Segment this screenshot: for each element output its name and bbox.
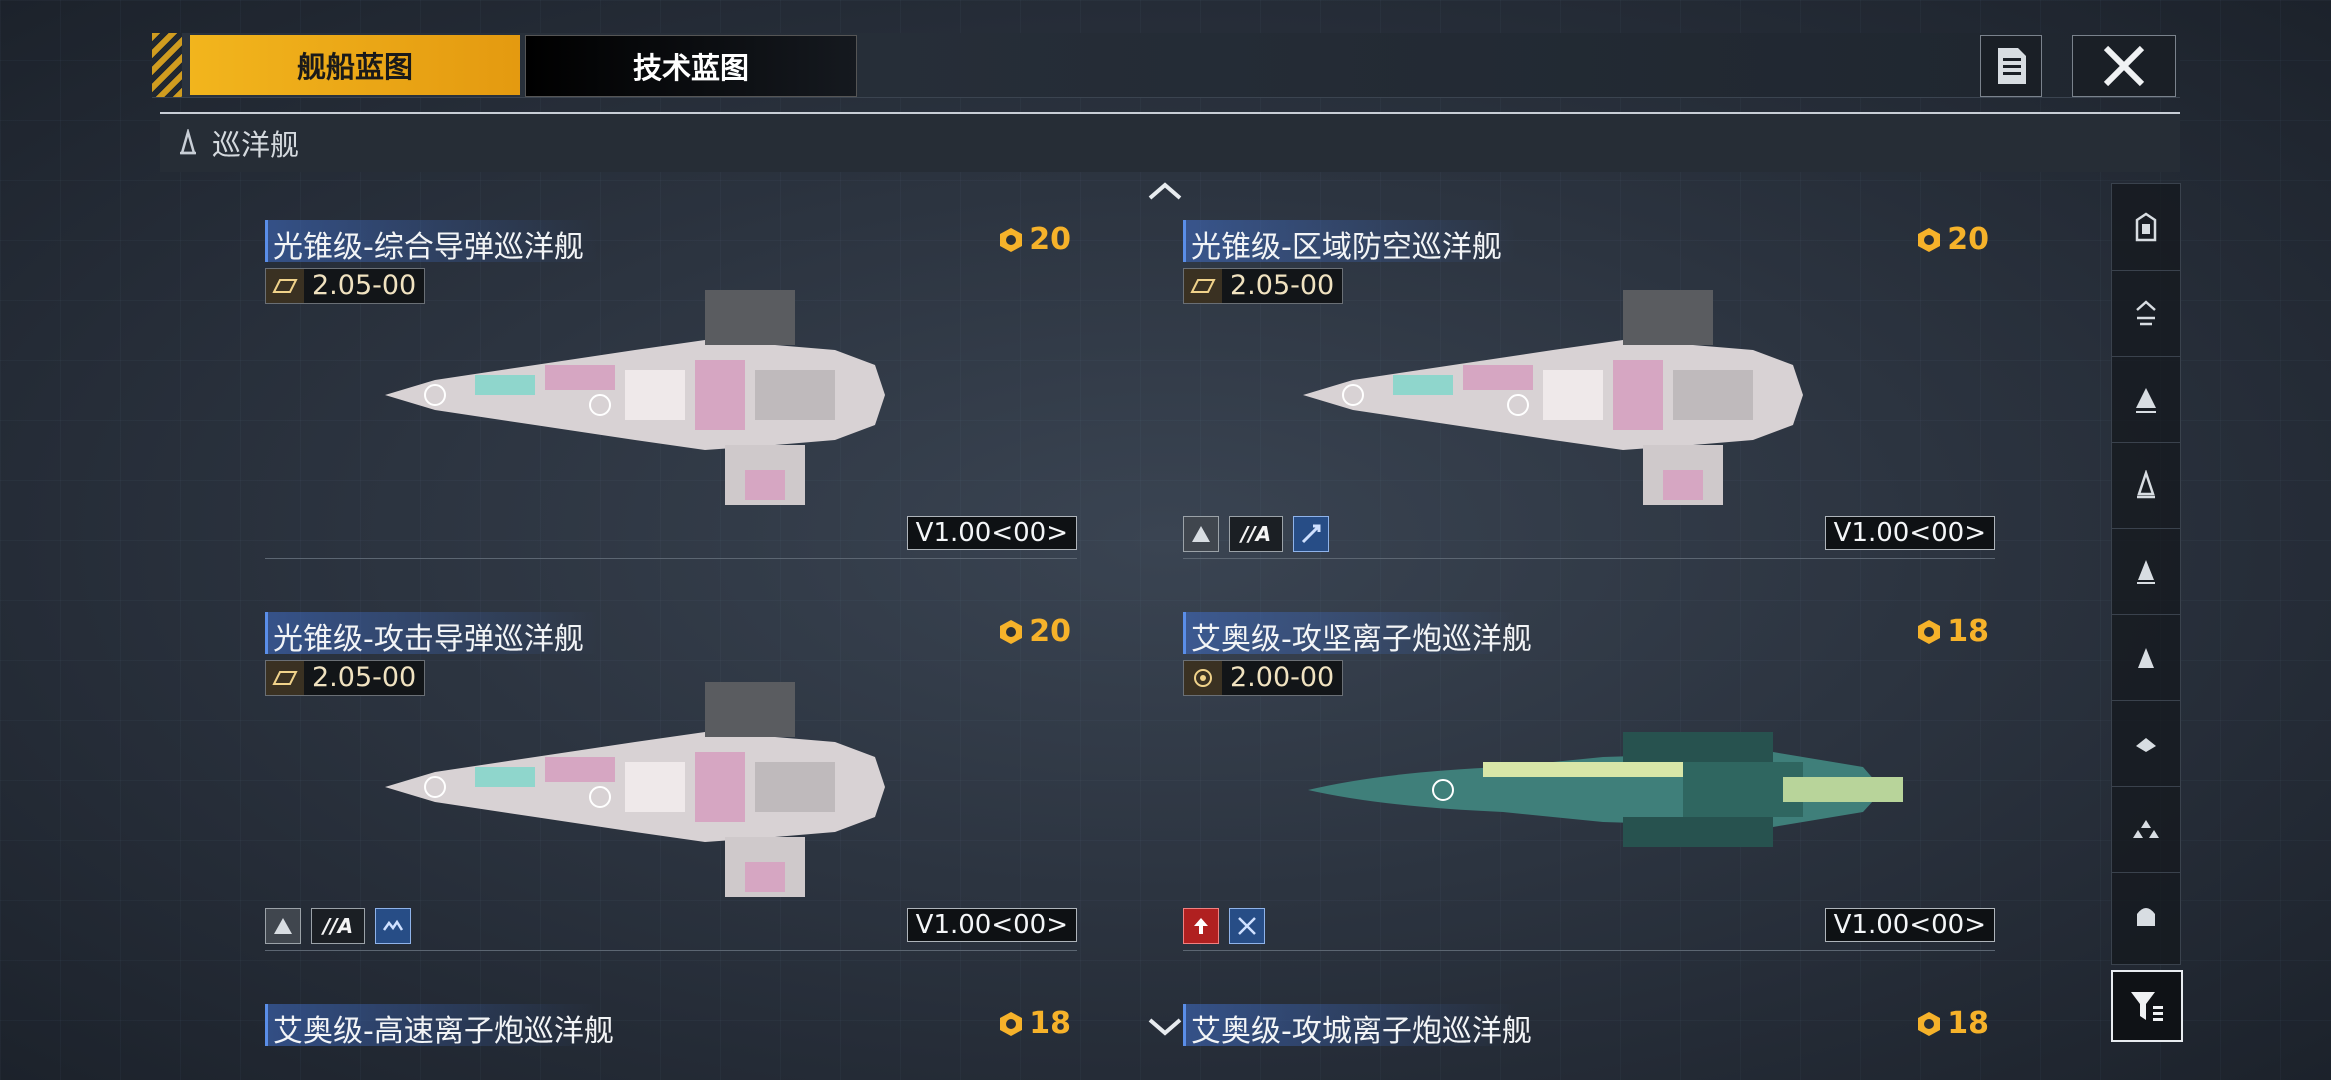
armor-icon [1183, 516, 1219, 552]
carrier-icon [2135, 212, 2157, 242]
blueprint-card[interactable]: 艾奥级-高速离子炮巡洋舰 18 [265, 1004, 1077, 1080]
scroll-down-button[interactable] [1145, 1014, 1185, 1040]
blueprint-card[interactable]: 光锥级-攻击导弹巡洋舰 20 2.05-00 //A V1.00<00> [265, 612, 1077, 977]
cost-icon [1000, 1011, 1023, 1036]
tab-ship-blueprint[interactable]: 舰船蓝图 [190, 35, 520, 95]
cost-value: 20 [1029, 614, 1071, 649]
card-title: 光锥级-区域防空巡洋舰 [1191, 230, 1502, 265]
cruiser-icon [180, 129, 196, 155]
build-version: V1.00<00> [1824, 516, 1995, 550]
close-icon [2103, 45, 2145, 87]
tech-icon [266, 269, 304, 303]
card-cost: 18 [1915, 614, 1989, 649]
card-divider [1183, 950, 1995, 951]
aux-ship-icon [2137, 908, 2155, 926]
card-cost: 18 [1915, 1006, 1989, 1041]
cost-value: 18 [1947, 1006, 1989, 1041]
cross-swords-icon [1229, 908, 1265, 944]
filter-icon [2131, 992, 2163, 1021]
battlecruiser-icon [2136, 300, 2156, 326]
ship-image [1308, 732, 1903, 847]
card-badges: //A [1183, 516, 1329, 552]
ship-image [385, 290, 885, 505]
sidebar-item-cruiser[interactable] [2112, 442, 2180, 529]
top-tab-bar: 舰船蓝图 技术蓝图 [152, 33, 2180, 98]
cost-value: 20 [1947, 222, 1989, 257]
cost-value: 20 [1029, 222, 1071, 257]
tech-icon [1184, 661, 1222, 695]
ship-type-sidebar [2111, 183, 2181, 965]
card-divider [265, 558, 1077, 559]
weapon-tag-badge: //A [311, 908, 365, 944]
card-cost: 18 [997, 1006, 1071, 1041]
card-title: 艾奥级-高速离子炮巡洋舰 [273, 1014, 614, 1049]
sidebar-item-corvette[interactable] [2112, 700, 2180, 787]
sidebar-item-frigate[interactable] [2112, 614, 2180, 701]
battleship-icon [2136, 388, 2156, 413]
card-cost: 20 [997, 614, 1071, 649]
tech-icon [1184, 269, 1222, 303]
filter-button[interactable] [2111, 970, 2183, 1042]
sidebar-item-battlecruiser[interactable] [2112, 270, 2180, 357]
wave-icon [375, 908, 411, 944]
card-divider [265, 950, 1077, 951]
scroll-up-button[interactable] [1145, 178, 1185, 204]
close-button[interactable] [2072, 35, 2176, 97]
cost-icon [1918, 619, 1941, 644]
card-cost: 20 [997, 222, 1071, 257]
cost-value: 18 [1947, 614, 1989, 649]
frigate-icon [2138, 648, 2154, 668]
category-label: 巡洋舰 [212, 128, 300, 162]
build-version: V1.00<00> [1824, 908, 1995, 942]
cost-icon [1000, 227, 1023, 252]
chevron-up-icon [1148, 182, 1182, 200]
weapon-tag-badge: //A [1229, 516, 1283, 552]
card-title: 艾奥级-攻坚离子炮巡洋舰 [1191, 622, 1532, 657]
corvette-icon [2136, 738, 2156, 752]
armor-icon [265, 908, 301, 944]
card-cost: 20 [1915, 222, 1989, 257]
cost-icon [1918, 227, 1941, 252]
blueprint-card[interactable]: 艾奥级-攻城离子炮巡洋舰 18 [1183, 1004, 1995, 1080]
card-badges [1183, 908, 1265, 944]
sidebar-item-auxiliary[interactable] [2112, 872, 2180, 958]
chevron-down-icon [1148, 1018, 1182, 1036]
cost-icon [1918, 1011, 1941, 1036]
category-header: 巡洋舰 [160, 112, 2180, 172]
card-title: 光锥级-攻击导弹巡洋舰 [273, 622, 584, 657]
arrow-up-icon [1183, 908, 1219, 944]
sidebar-item-fighter[interactable] [2112, 786, 2180, 873]
card-badges: //A [265, 908, 411, 944]
blueprint-card[interactable]: 光锥级-区域防空巡洋舰 20 2.05-00 //A V1.00<00> [1183, 220, 1995, 585]
build-version: V1.00<00> [906, 908, 1077, 942]
cost-value: 18 [1029, 1006, 1071, 1041]
build-version: V1.00<00> [906, 516, 1077, 550]
sidebar-item-carrier[interactable] [2112, 184, 2180, 271]
ship-image [385, 682, 885, 897]
card-title: 艾奥级-攻城离子炮巡洋舰 [1191, 1014, 1532, 1049]
destroyer-icon [2137, 560, 2155, 584]
card-divider [1183, 558, 1995, 559]
blueprint-card[interactable]: 光锥级-综合导弹巡洋舰 20 2.05-00 V1.00<00> [265, 220, 1077, 585]
cruiser-icon [2137, 470, 2155, 499]
tech-icon [266, 661, 304, 695]
cost-icon [1000, 619, 1023, 644]
fighter-icon [2133, 820, 2159, 838]
blueprint-card[interactable]: 艾奥级-攻坚离子炮巡洋舰 18 2.00-00 V1.00<00> [1183, 612, 1995, 977]
sidebar-item-battleship[interactable] [2112, 356, 2180, 443]
ship-image [1303, 290, 1803, 505]
document-icon [1998, 48, 2026, 84]
aa-weapon-icon [1293, 516, 1329, 552]
document-button[interactable] [1980, 35, 2042, 97]
tab-bar-stripe [152, 33, 182, 97]
sidebar-item-destroyer[interactable] [2112, 528, 2180, 615]
card-title: 光锥级-综合导弹巡洋舰 [273, 230, 584, 265]
tab-tech-blueprint[interactable]: 技术蓝图 [525, 35, 857, 97]
